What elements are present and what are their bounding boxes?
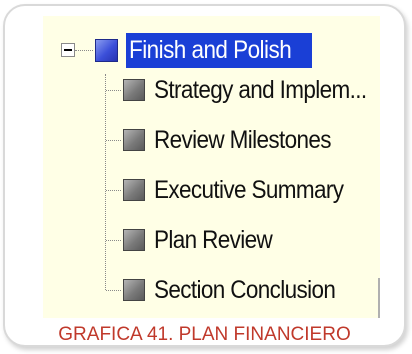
gray-section-icon — [123, 129, 145, 151]
tree-connector — [106, 240, 121, 241]
tree-node-section-conclusion[interactable]: Section Conclusion — [154, 273, 336, 307]
scrollbar-edge[interactable] — [378, 278, 380, 318]
tree-connector — [106, 190, 121, 191]
tree-connector — [106, 140, 121, 141]
tree-node-finish-and-polish[interactable]: Finish and Polish — [126, 33, 313, 68]
gray-section-icon — [123, 229, 145, 251]
collapse-minus-icon[interactable] — [61, 43, 75, 57]
tree-connector — [106, 290, 121, 291]
tree-node-review-milestones[interactable]: Review Milestones — [154, 123, 331, 157]
outline-tree-panel: Finish and Polish Strategy and Implem...… — [43, 16, 380, 318]
tree-connector — [75, 50, 93, 51]
tree-connector — [105, 74, 106, 290]
gray-section-icon — [123, 79, 145, 101]
tree-node-executive-summary[interactable]: Executive Summary — [154, 173, 344, 207]
tree-node-strategy-and-implementation[interactable]: Strategy and Implem... — [154, 73, 367, 107]
gray-section-icon — [123, 179, 145, 201]
blue-section-icon — [95, 39, 118, 62]
gray-section-icon — [123, 279, 145, 301]
figure-caption: GRAFICA 41. PLAN FINANCIERO — [58, 324, 351, 345]
outline-tree: Finish and Polish Strategy and Implem...… — [43, 16, 380, 318]
figure-card: Finish and Polish Strategy and Implem...… — [3, 4, 406, 347]
tree-node-plan-review[interactable]: Plan Review — [154, 223, 273, 257]
tree-connector — [106, 90, 121, 91]
tree-node-label: Finish and Polish — [129, 36, 292, 64]
